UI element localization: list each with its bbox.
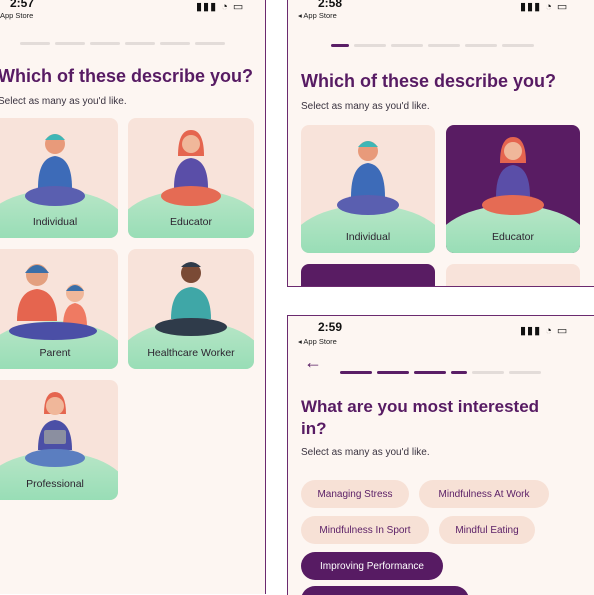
- screen-describe-you-2: 2:58 ◂ App Store ▮▮▮ ◔ ▭ Which of these …: [287, 0, 594, 287]
- educator-illustration: [482, 137, 544, 215]
- progress-bar: [20, 42, 225, 45]
- option-professional[interactable]: Professional: [0, 380, 118, 500]
- option-individual[interactable]: Individual: [301, 125, 435, 253]
- chip-managing-stress[interactable]: Managing Stress: [301, 480, 409, 508]
- status-time: 2:59: [318, 320, 343, 334]
- progress-bar: [331, 44, 534, 47]
- screen-interests: 2:59 ◂ App Store ▮▮▮ ◔ ▭ ← What are you …: [287, 315, 594, 595]
- status-time: 2:58: [318, 0, 343, 10]
- educator-illustration: [161, 130, 221, 206]
- title-line-2: in?: [301, 419, 327, 438]
- chip-mindful-eating[interactable]: Mindful Eating: [439, 516, 535, 544]
- option-parent[interactable]: Parent: [0, 249, 118, 369]
- chip-mindfulness-at-work[interactable]: Mindfulness At Work: [419, 480, 549, 508]
- person-meditating-illustration: [337, 141, 399, 215]
- back-to-app-store[interactable]: ◂ App Store: [298, 337, 337, 346]
- status-icons: ▮▮▮ ◔ ▭: [520, 325, 569, 337]
- card-label: Educator: [169, 216, 213, 228]
- page-subtitle: Select as many as you'd like.: [301, 447, 430, 458]
- page-title: Which of these describe you?: [0, 66, 254, 86]
- card-label: Healthcare Worker: [147, 347, 235, 359]
- card-label: Educator: [491, 231, 535, 243]
- option-educator-selected[interactable]: Educator: [446, 125, 580, 253]
- chip-improving-performance-selected[interactable]: Improving Performance: [301, 552, 443, 580]
- title-line-1: What are you most interested: [301, 397, 540, 416]
- chip-mindfulness-in-sport[interactable]: Mindfulness In Sport: [301, 516, 429, 544]
- back-to-app-store[interactable]: App Store: [0, 11, 33, 20]
- status-time: 2:57: [10, 0, 35, 10]
- professional-laptop-illustration: [25, 392, 85, 467]
- status-icons: ▮▮▮ ◔ ▭: [520, 1, 569, 13]
- status-icons: ▮▮▮ ◔ ▭: [196, 1, 245, 13]
- progress-bar: [340, 371, 541, 374]
- healthcare-worker-illustration: [155, 262, 227, 336]
- page-title: What are you most interested in?: [301, 396, 539, 440]
- option-healthcare-worker[interactable]: Healthcare Worker: [128, 249, 254, 369]
- option-individual[interactable]: Individual: [0, 118, 118, 238]
- person-meditating-illustration: [25, 134, 85, 206]
- option-educator[interactable]: Educator: [128, 118, 254, 238]
- card-label: Individual: [32, 216, 78, 228]
- page-subtitle: Select as many as you'd like.: [0, 96, 127, 107]
- option-parent-partial[interactable]: [301, 264, 435, 286]
- back-arrow-icon[interactable]: ←: [304, 352, 322, 373]
- card-label: Parent: [39, 347, 71, 359]
- parent-child-illustration: [9, 264, 97, 340]
- card-label: Individual: [345, 231, 391, 243]
- card-label: Professional: [26, 478, 84, 490]
- option-healthcare-partial[interactable]: [446, 264, 580, 286]
- page-title: Which of these describe you?: [301, 71, 557, 91]
- page-subtitle: Select as many as you'd like.: [301, 101, 430, 112]
- back-to-app-store[interactable]: ◂ App Store: [298, 11, 337, 20]
- screen-describe-you-1: 2:57 App Store ▮▮▮ ◔ ▭ Which of these de…: [0, 0, 266, 594]
